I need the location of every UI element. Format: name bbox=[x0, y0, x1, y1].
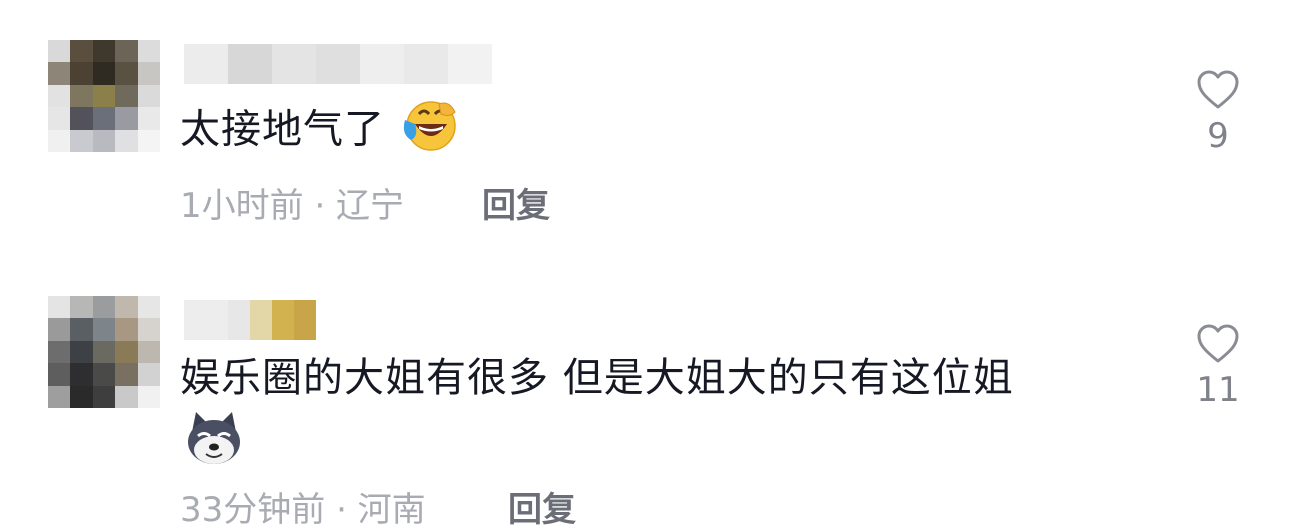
like-button[interactable]: 11 bbox=[1192, 324, 1244, 410]
avatar[interactable] bbox=[48, 296, 160, 408]
comment-text: 娱乐圈的大姐有很多 但是大姐大的只有这位姐 bbox=[180, 352, 1014, 404]
like-count: 11 bbox=[1196, 370, 1240, 410]
comment-meta: 33分钟前 · 河南 bbox=[180, 490, 426, 530]
heart-icon bbox=[1197, 324, 1239, 363]
reply-button[interactable]: 回复 bbox=[508, 482, 576, 531]
comment-text-content: 娱乐圈的大姐有很多 但是大姐大的只有这位姐 bbox=[180, 355, 1014, 401]
username-blurred[interactable] bbox=[184, 300, 316, 340]
comment-item: 娱乐圈的大姐有很多 但是大姐大的只有这位姐 33分钟前 · 河南 回复 11 bbox=[0, 0, 1290, 530]
husky-dog-face-icon bbox=[184, 410, 244, 470]
